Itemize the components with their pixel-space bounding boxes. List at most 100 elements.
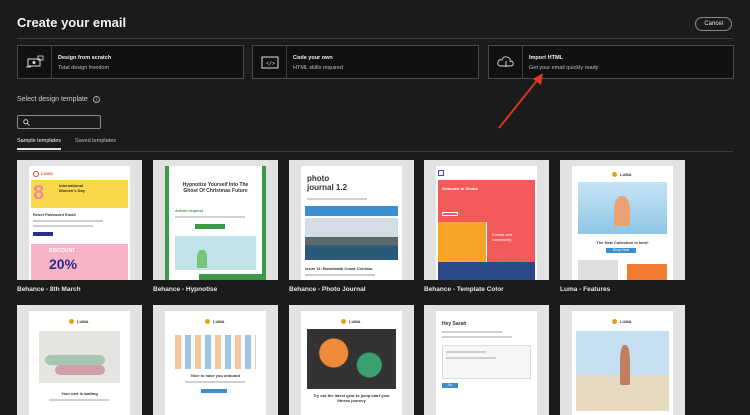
- hero-photo: [305, 218, 398, 260]
- text-line: [305, 274, 375, 276]
- product-image: [578, 260, 619, 280]
- text-line: [442, 336, 512, 338]
- template-brand: LUMA: [77, 319, 89, 324]
- design-from-scratch-card[interactable]: Design from scratch Total design freedom: [17, 45, 244, 79]
- template-card-behance-template-color[interactable]: Welcome to Studio Events and community: [424, 160, 549, 280]
- tab-saved-templates[interactable]: Saved templates: [75, 138, 116, 150]
- yoga-mat-shape: [55, 365, 105, 375]
- template-headline: Nice to have you onboard: [191, 373, 240, 378]
- option-subtitle: HTML skills required: [293, 65, 343, 71]
- text-line: [49, 399, 109, 401]
- text-line: [446, 357, 496, 359]
- template-preview: LOGO 8 International Women's Day Reset P…: [29, 166, 130, 280]
- text-line: [307, 198, 367, 200]
- text-line: [446, 351, 486, 353]
- template-cta: Go: [442, 383, 458, 388]
- text-line: [175, 216, 245, 218]
- template-preview: LUMA Nice to have you onboard: [165, 311, 266, 415]
- search-icon: [23, 118, 30, 126]
- template-card-luma-cart[interactable]: LUMA Your cart is waiting: [17, 305, 142, 415]
- template-headline: International Women's Day: [59, 183, 85, 193]
- luma-logo-icon: [341, 319, 346, 324]
- template-headline: Hypnotize Yourself Into The Ghost Of Chr…: [182, 182, 249, 194]
- template-subhead: Events and community: [492, 232, 513, 242]
- template-preview: Hypnotize Yourself Into The Ghost Of Chr…: [165, 166, 266, 280]
- luma-logo-icon: [612, 319, 617, 324]
- cancel-button[interactable]: Cancel: [695, 17, 732, 31]
- nav-bar: [305, 206, 398, 216]
- figure-shape: [614, 196, 630, 226]
- text-line: [33, 220, 103, 222]
- template-card-behance-hypnotise[interactable]: Hypnotize Yourself Into The Ghost Of Chr…: [153, 160, 278, 280]
- template-caption: Issue 11: Boardwalk Coast Corridor: [305, 266, 373, 271]
- template-label: Behance - Template Color: [424, 286, 504, 293]
- footer-block: [199, 274, 262, 280]
- template-preview: LUMA The New Collection is here! Shop No…: [572, 166, 673, 280]
- template-headline: photo journal 1.2: [307, 174, 348, 192]
- section-title: Select design template: [17, 96, 88, 103]
- template-discount: DISCOUNT: [49, 248, 76, 254]
- option-title: Code your own: [293, 55, 333, 61]
- template-card-personal[interactable]: Hey Sarah Go: [424, 305, 549, 415]
- code-window-icon: </>: [253, 46, 287, 78]
- template-card-luma-features[interactable]: LUMA The New Collection is here! Shop No…: [560, 160, 685, 280]
- figure-shape: [620, 345, 630, 385]
- cta-block: [195, 224, 225, 229]
- template-big-number: 20%: [49, 256, 78, 272]
- section-heading: Select design template i: [17, 96, 100, 103]
- template-card-luma-beach[interactable]: LUMA: [560, 305, 685, 415]
- template-headline: Hey Sarah: [442, 321, 467, 327]
- svg-text:</>: </>: [266, 61, 275, 67]
- template-preview: Hey Sarah Go: [436, 311, 537, 415]
- template-headline: The New Collection is here!: [596, 240, 649, 245]
- text-line: [33, 225, 93, 227]
- tab-sample-templates[interactable]: Sample templates: [17, 138, 62, 150]
- text-line: [185, 381, 245, 383]
- annotation-arrow: [498, 73, 543, 129]
- text-line: [442, 331, 502, 333]
- template-card-behance-8th-march[interactable]: LOGO 8 International Women's Day Reset P…: [17, 160, 142, 280]
- template-label: Behance - Photo Journal: [289, 286, 366, 293]
- cta-block: [33, 232, 53, 236]
- logo-icon: [438, 170, 444, 176]
- product-image: [626, 264, 667, 280]
- yoga-mat-shape: [45, 355, 105, 365]
- info-icon[interactable]: i: [92, 96, 100, 103]
- template-preview: LUMA Try out the latest gear to jump sta…: [301, 311, 402, 415]
- template-logo: LOGO: [41, 171, 53, 176]
- design-tools-icon: [18, 46, 52, 78]
- cta-block: [201, 389, 227, 393]
- hero-image: [175, 236, 256, 270]
- search-field[interactable]: [17, 115, 101, 129]
- template-preview: LUMA: [572, 311, 673, 415]
- template-cta: Shop Now: [606, 248, 636, 253]
- template-preview: LUMA Your cart is waiting: [29, 311, 130, 415]
- template-brand: LUMA: [620, 319, 632, 324]
- luma-logo-icon: [69, 319, 74, 324]
- plant-shape: [197, 250, 207, 268]
- template-preview: photo journal 1.2 Issue 11: Boardwalk Co…: [301, 166, 402, 280]
- feature-block: [438, 222, 487, 262]
- template-card-luma-onboard[interactable]: LUMA Nice to have you onboard: [153, 305, 278, 415]
- template-brand: LUMA: [620, 172, 632, 177]
- template-label: Behance - 8th March: [17, 286, 81, 293]
- hero-number: 8: [33, 182, 45, 204]
- template-card-behance-photo-journal[interactable]: photo journal 1.2 Issue 11: Boardwalk Co…: [289, 160, 414, 280]
- template-preview: Welcome to Studio Events and community: [436, 166, 537, 280]
- cta-block: [442, 212, 458, 216]
- logo-icon: [33, 171, 39, 177]
- option-title: Design from scratch: [58, 55, 112, 61]
- template-subhead: Action request: [175, 208, 204, 213]
- code-your-own-card[interactable]: </> Code your own HTML skills required: [252, 45, 479, 79]
- header-divider: [17, 38, 733, 39]
- luma-logo-icon: [612, 172, 617, 177]
- feature-block: [486, 222, 535, 262]
- option-title: Import HTML: [529, 55, 563, 61]
- template-card-luma-gear[interactable]: LUMA Try out the latest gear to jump sta…: [289, 305, 414, 415]
- hero-photo: [307, 329, 396, 389]
- template-headline: Try out the latest gear to jump start yo…: [313, 393, 390, 403]
- tabs-divider: [17, 151, 733, 152]
- template-brand: LUMA: [349, 319, 361, 324]
- footer-block: [438, 262, 535, 280]
- template-label: Luma - Features: [560, 286, 611, 293]
